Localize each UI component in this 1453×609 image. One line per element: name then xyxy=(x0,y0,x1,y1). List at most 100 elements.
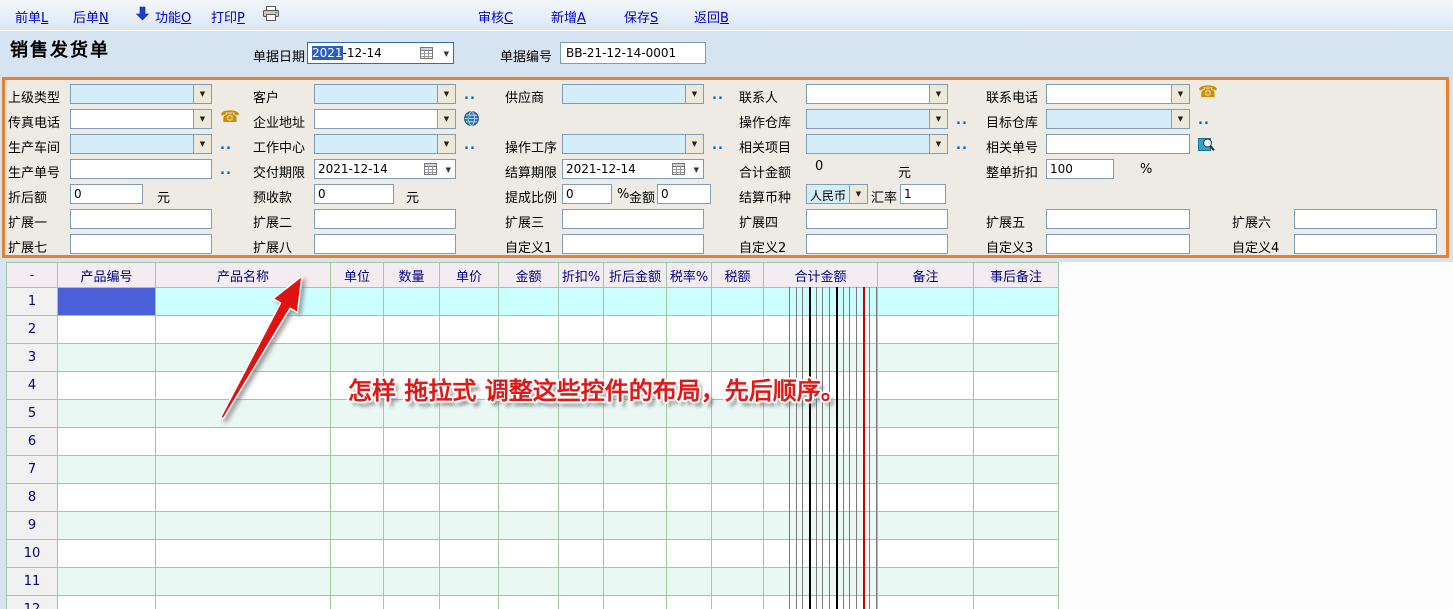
grid-cell[interactable] xyxy=(331,344,384,372)
grid-cell[interactable] xyxy=(559,512,604,540)
grid-cell[interactable] xyxy=(712,568,764,596)
grid-cell[interactable] xyxy=(156,596,331,609)
grid-cell[interactable] xyxy=(58,316,156,344)
grid-cell[interactable] xyxy=(878,540,974,568)
grid-cell[interactable] xyxy=(384,288,440,316)
grid-cell[interactable] xyxy=(499,428,559,456)
calendar-icon[interactable] xyxy=(424,163,437,178)
grid-cell[interactable] xyxy=(331,568,384,596)
grid-cell[interactable] xyxy=(58,568,156,596)
combo-box[interactable]: ▼ xyxy=(70,134,212,154)
grid-cell[interactable] xyxy=(667,484,712,512)
browse-dots-button[interactable]: .. xyxy=(712,138,724,153)
grid-cell[interactable] xyxy=(559,344,604,372)
grid-cell[interactable] xyxy=(384,540,440,568)
grid-cell[interactable] xyxy=(878,456,974,484)
row-selector-header[interactable]: - xyxy=(7,263,58,288)
grid-cell[interactable] xyxy=(440,344,499,372)
grid-cell[interactable] xyxy=(384,512,440,540)
grid-cell[interactable] xyxy=(58,484,156,512)
grid-cell[interactable] xyxy=(712,484,764,512)
date-input[interactable]: 2021-12-14▼ xyxy=(314,159,456,179)
grid-cell[interactable] xyxy=(974,568,1059,596)
combo-box[interactable]: ▼ xyxy=(1046,109,1190,129)
grid-cell[interactable] xyxy=(440,316,499,344)
grid-cell[interactable] xyxy=(878,316,974,344)
extra-text-input[interactable]: 0 xyxy=(657,184,711,204)
grid-cell[interactable] xyxy=(974,512,1059,540)
grid-cell[interactable] xyxy=(440,484,499,512)
column-header[interactable]: 单位 xyxy=(331,263,384,288)
column-header[interactable]: 数量 xyxy=(384,263,440,288)
grid-cell[interactable] xyxy=(384,316,440,344)
combo-box[interactable]: ▼ xyxy=(1046,84,1190,104)
row-number-cell[interactable]: 7 xyxy=(7,456,58,484)
row-number-cell[interactable]: 2 xyxy=(7,316,58,344)
grid-cell[interactable] xyxy=(974,596,1059,609)
grid-cell[interactable] xyxy=(974,372,1059,400)
grid-cell[interactable] xyxy=(440,540,499,568)
grid-cell[interactable] xyxy=(384,344,440,372)
browse-dots-button[interactable]: .. xyxy=(464,138,476,153)
printer-icon[interactable] xyxy=(262,6,280,26)
browse-dots-button[interactable]: .. xyxy=(712,88,724,103)
next-doc-button[interactable]: 后单N xyxy=(73,7,109,26)
grid-cell[interactable] xyxy=(499,456,559,484)
combo-box[interactable]: ▼ xyxy=(562,134,704,154)
grid-cell[interactable] xyxy=(604,428,667,456)
column-header[interactable]: 事后备注 xyxy=(974,263,1059,288)
date-input[interactable]: 2021-12-14▼ xyxy=(562,159,704,179)
combo-dropdown-button[interactable]: ▼ xyxy=(193,85,211,103)
grid-cell[interactable] xyxy=(974,428,1059,456)
grid-cell[interactable] xyxy=(156,344,331,372)
text-input[interactable] xyxy=(70,209,212,229)
globe-icon[interactable] xyxy=(464,111,479,130)
grid-cell[interactable] xyxy=(712,316,764,344)
combo-dropdown-button[interactable]: ▼ xyxy=(849,185,867,203)
grid-cell[interactable] xyxy=(559,484,604,512)
grid-cell[interactable] xyxy=(559,456,604,484)
grid-cell[interactable] xyxy=(667,540,712,568)
text-input[interactable]: 100 xyxy=(1046,159,1114,179)
column-header[interactable]: 合计金额 xyxy=(764,263,878,288)
grid-cell[interactable] xyxy=(156,288,331,316)
combo-dropdown-button[interactable]: ▼ xyxy=(437,110,455,128)
grid-cell[interactable] xyxy=(878,596,974,609)
calendar-icon[interactable] xyxy=(420,47,433,62)
combo-box[interactable]: 人民币▼ xyxy=(806,184,868,204)
column-header[interactable]: 折扣% xyxy=(559,263,604,288)
grid-cell[interactable] xyxy=(764,344,878,372)
grid-cell[interactable] xyxy=(974,456,1059,484)
grid-cell[interactable] xyxy=(667,596,712,609)
phone-icon[interactable]: ☎ xyxy=(1198,84,1218,100)
function-menu-button[interactable]: 功能O xyxy=(155,7,191,26)
grid-cell[interactable] xyxy=(604,316,667,344)
combo-dropdown-button[interactable]: ▼ xyxy=(685,85,703,103)
grid-cell[interactable] xyxy=(156,568,331,596)
extra-text-input[interactable]: 1 xyxy=(900,184,946,204)
grid-cell[interactable] xyxy=(764,596,878,609)
text-input[interactable] xyxy=(1046,234,1190,254)
combo-box[interactable]: ▼ xyxy=(806,109,948,129)
column-header[interactable]: 税率% xyxy=(667,263,712,288)
grid-cell[interactable] xyxy=(156,428,331,456)
browse-dots-button[interactable]: .. xyxy=(464,88,476,103)
grid-cell[interactable] xyxy=(974,400,1059,428)
grid-cell[interactable] xyxy=(499,288,559,316)
grid-cell[interactable] xyxy=(974,344,1059,372)
column-header[interactable]: 单价 xyxy=(440,263,499,288)
column-header[interactable]: 产品编号 xyxy=(58,263,156,288)
text-input[interactable] xyxy=(1046,134,1190,154)
grid-cell[interactable] xyxy=(384,596,440,609)
combo-box[interactable]: ▼ xyxy=(806,84,948,104)
grid-cell[interactable] xyxy=(331,428,384,456)
text-input[interactable] xyxy=(1046,209,1190,229)
grid-cell[interactable] xyxy=(156,400,331,428)
grid-cell[interactable] xyxy=(58,344,156,372)
combo-dropdown-button[interactable]: ▼ xyxy=(929,85,947,103)
grid-cell[interactable] xyxy=(878,484,974,512)
grid-cell[interactable] xyxy=(559,316,604,344)
grid-cell[interactable] xyxy=(559,428,604,456)
combo-box[interactable]: ▼ xyxy=(70,84,212,104)
grid-cell[interactable] xyxy=(604,288,667,316)
